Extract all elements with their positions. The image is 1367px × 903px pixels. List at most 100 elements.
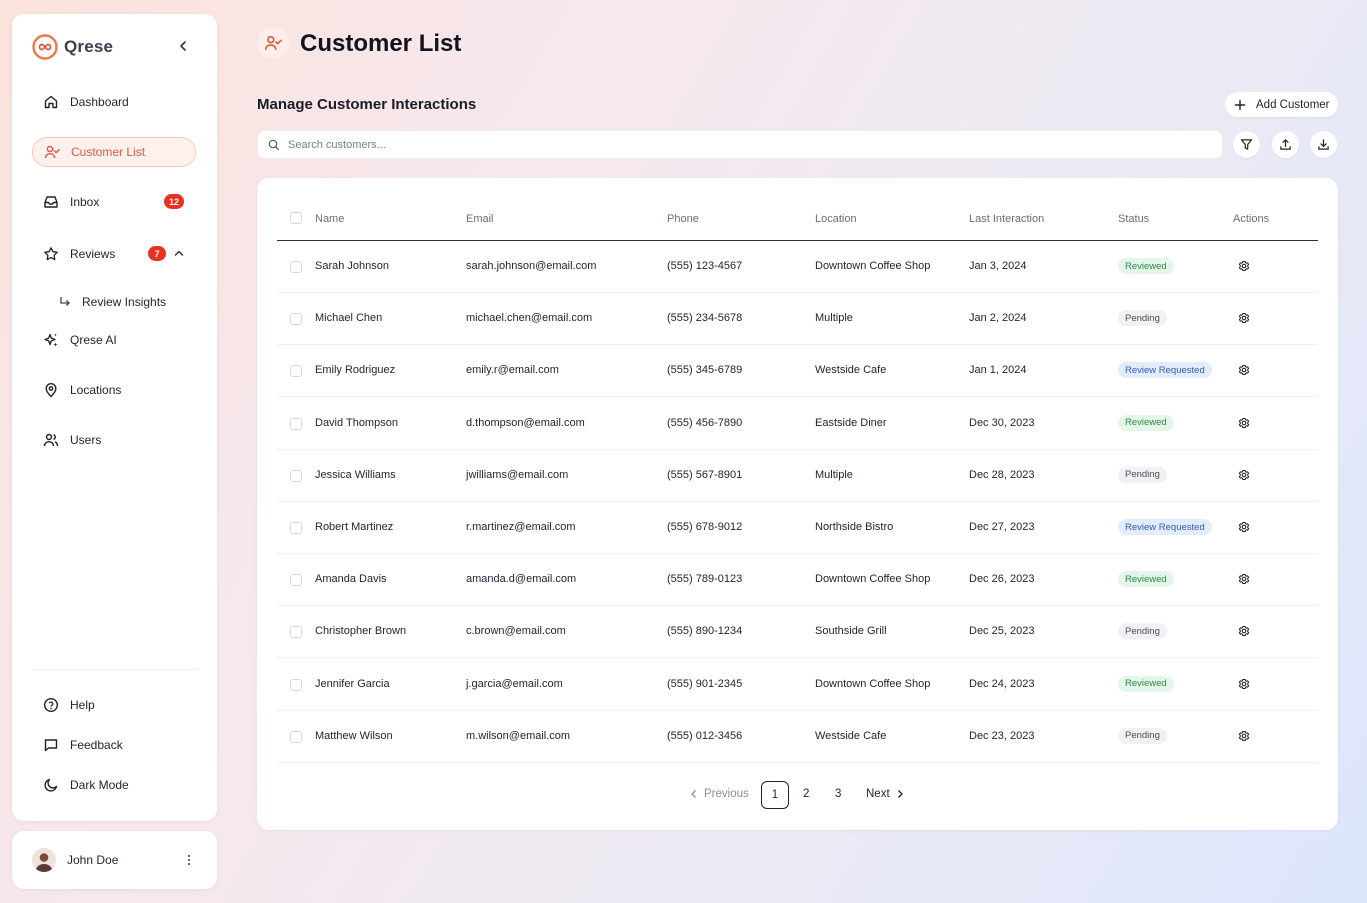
- next-page-button[interactable]: Next: [866, 788, 904, 800]
- row-checkbox[interactable]: [290, 522, 302, 534]
- table-row[interactable]: Robert Martinez r.martinez@email.com (555)…: [277, 502, 1318, 554]
- add-customer-button[interactable]: Add Customer: [1225, 92, 1338, 117]
- section-title: Manage Customer Interactions: [257, 96, 477, 113]
- filter-button[interactable]: [1233, 131, 1260, 158]
- previous-page-button[interactable]: Previous: [690, 788, 749, 800]
- settings-gear-icon[interactable]: [1238, 521, 1250, 533]
- settings-gear-icon[interactable]: [1238, 730, 1250, 742]
- row-checkbox[interactable]: [290, 365, 302, 378]
- sidebar-item-customer-list[interactable]: Customer List: [32, 137, 196, 167]
- sidebar-item-feedback[interactable]: Feedback: [32, 730, 196, 760]
- row-checkbox[interactable]: [290, 417, 302, 430]
- row-checkbox[interactable]: [290, 730, 302, 743]
- chevron-up-icon[interactable]: [172, 246, 186, 260]
- search-bar: [257, 130, 1223, 159]
- page-button-1[interactable]: 1: [761, 781, 789, 809]
- users-icon: [42, 431, 60, 449]
- help-circle-icon: [42, 696, 60, 714]
- row-checkbox[interactable]: [290, 678, 302, 691]
- table-row[interactable]: Emily Rodriguez emily.r@email.com (555) 34…: [277, 345, 1318, 398]
- search-input[interactable]: [288, 138, 1188, 151]
- cell-last-interaction: Jan 3, 2024: [969, 260, 1027, 272]
- sidebar-item-inbox[interactable]: Inbox 12: [32, 187, 196, 217]
- page-button-3[interactable]: 3: [835, 788, 841, 800]
- settings-gear-icon[interactable]: [1238, 678, 1250, 690]
- next-label: Next: [866, 788, 890, 800]
- column-header-email[interactable]: Email: [466, 213, 494, 225]
- page-button-2[interactable]: 2: [803, 788, 809, 800]
- settings-gear-icon[interactable]: [1238, 469, 1250, 481]
- upload-button[interactable]: [1272, 131, 1299, 158]
- page-user-check-icon: [257, 27, 289, 59]
- home-icon: [42, 93, 60, 111]
- status-badge: Reviewed: [1118, 414, 1174, 431]
- sidebar-item-help[interactable]: Help: [32, 690, 196, 720]
- column-header-name[interactable]: Name: [315, 213, 344, 225]
- cell-last-interaction: Dec 25, 2023: [969, 625, 1035, 638]
- table-row[interactable]: Matthew Wilson m.wilson@email.com (555) 01…: [277, 711, 1318, 763]
- settings-gear-icon[interactable]: [1238, 312, 1250, 324]
- row-checkbox[interactable]: [290, 574, 302, 587]
- settings-gear-icon[interactable]: [1238, 260, 1250, 272]
- status-badge: Reviewed: [1118, 258, 1174, 274]
- cell-name: Sarah Johnson: [315, 260, 389, 272]
- table-row[interactable]: Jennifer Garcia j.garcia@email.com (555) 9…: [277, 659, 1318, 711]
- status-badge: Pending: [1118, 623, 1167, 640]
- cell-phone: (555) 123-4567: [667, 260, 743, 272]
- chevron-left-icon[interactable]: [175, 38, 191, 54]
- sidebar-divider: [32, 669, 197, 670]
- sidebar-item-dark-mode[interactable]: Dark Mode: [32, 770, 196, 800]
- download-button[interactable]: [1310, 131, 1337, 158]
- row-checkbox[interactable]: [290, 626, 302, 639]
- avatar: [32, 848, 56, 872]
- settings-gear-icon[interactable]: [1238, 625, 1250, 637]
- sidebar-item-label: Inbox: [70, 195, 100, 209]
- row-checkbox[interactable]: [290, 469, 302, 482]
- settings-gear-icon[interactable]: [1238, 417, 1250, 429]
- cell-location: Eastside Diner: [815, 416, 887, 429]
- sidebar-item-qrese-ai[interactable]: Qrese AI: [32, 325, 196, 355]
- table-row[interactable]: Christopher Brown c.brown@email.com (555) …: [277, 606, 1318, 659]
- user-name: John Doe: [67, 853, 119, 867]
- settings-gear-icon[interactable]: [1238, 573, 1250, 585]
- column-header-last-interaction[interactable]: Last Interaction: [969, 213, 1044, 225]
- sidebar-item-users[interactable]: Users: [32, 425, 196, 455]
- select-all-checkbox[interactable]: [290, 212, 302, 224]
- sidebar-item-reviews[interactable]: Reviews 7: [32, 239, 196, 269]
- sidebar-item-dashboard[interactable]: Dashboard: [32, 87, 196, 117]
- status-badge: Pending: [1118, 310, 1167, 327]
- row-checkbox[interactable]: [290, 261, 302, 273]
- table-row[interactable]: David Thompson d.thompson@email.com (555) …: [277, 398, 1318, 450]
- column-header-status[interactable]: Status: [1118, 213, 1149, 225]
- cell-phone: (555) 234-5678: [667, 312, 743, 325]
- cell-email: amanda.d@email.com: [466, 573, 577, 586]
- cell-location: Downtown Coffee Shop: [815, 573, 931, 586]
- column-header-location[interactable]: Location: [815, 213, 857, 225]
- status-badge: Pending: [1118, 466, 1167, 483]
- sidebar-item-label: Dashboard: [70, 95, 129, 109]
- cell-phone: (555) 012-3456: [667, 729, 743, 742]
- sidebar-item-label: Reviews: [70, 247, 116, 261]
- table-row[interactable]: Michael Chen michael.chen@email.com (555) …: [277, 293, 1318, 346]
- cell-name: Christopher Brown: [315, 625, 407, 638]
- table-row[interactable]: Amanda Davis amanda.d@email.com (555) 789-…: [277, 554, 1318, 607]
- add-customer-label: Add Customer: [1256, 98, 1330, 111]
- download-icon: [1317, 138, 1330, 151]
- sidebar-subitem-review-insights[interactable]: Review Insights: [58, 295, 166, 309]
- brand-logo[interactable]: Qrese: [32, 34, 113, 60]
- cell-email: sarah.johnson@email.com: [466, 260, 597, 272]
- cell-name: David Thompson: [315, 416, 398, 429]
- sidebar-item-label: Feedback: [70, 738, 123, 752]
- table-row[interactable]: Sarah Johnson sarah.johnson@email.com (555…: [277, 241, 1318, 293]
- sidebar-item-locations[interactable]: Locations: [32, 375, 196, 405]
- row-checkbox[interactable]: [290, 313, 302, 326]
- user-profile-card[interactable]: John Doe: [12, 831, 217, 889]
- settings-gear-icon[interactable]: [1238, 364, 1250, 376]
- sidebar-item-label: Customer List: [71, 145, 146, 159]
- more-vertical-icon[interactable]: [183, 853, 195, 867]
- column-header-phone[interactable]: Phone: [667, 213, 699, 225]
- cell-phone: (555) 890-1234: [667, 625, 743, 638]
- brand-name: Qrese: [64, 37, 114, 56]
- cell-email: c.brown@email.com: [466, 625, 566, 638]
- table-row[interactable]: Jessica Williams jwilliams@email.com (555)…: [277, 450, 1318, 502]
